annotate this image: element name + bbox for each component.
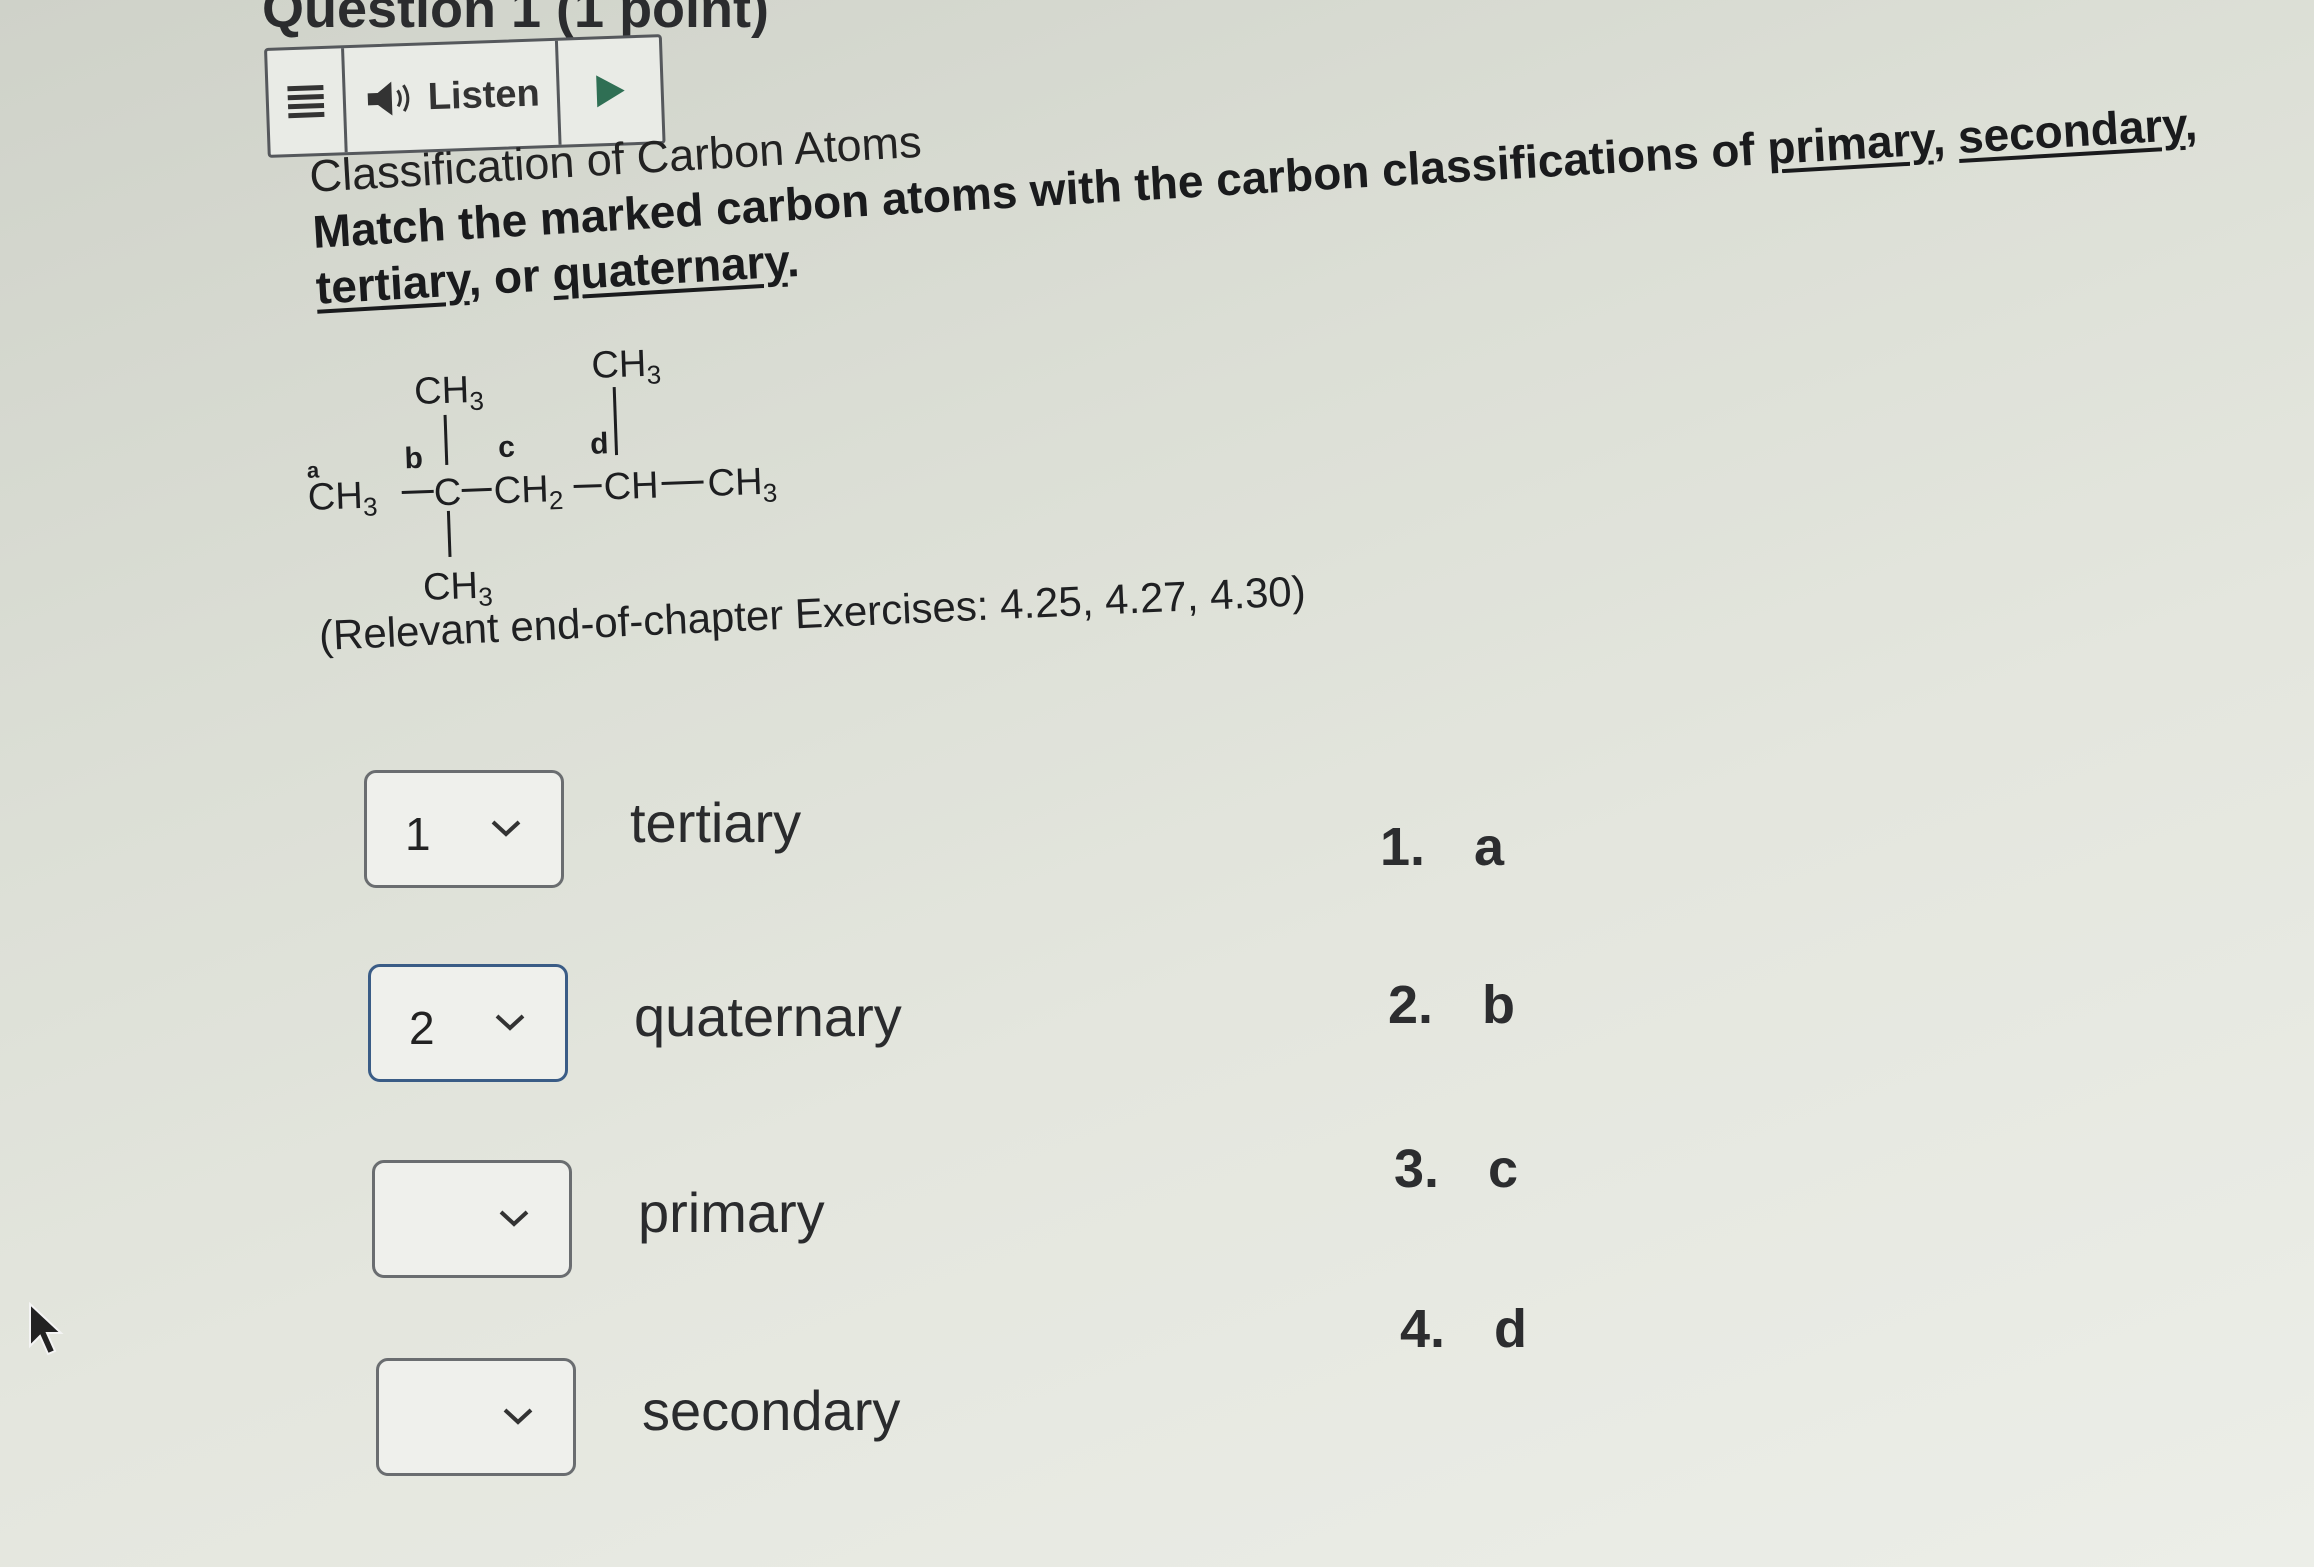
answer-item: 2. b xyxy=(1388,974,1515,1036)
chevron-down-icon xyxy=(495,1014,525,1031)
carbon-label-b: b xyxy=(404,442,423,476)
instruction-comma: , xyxy=(1930,111,1947,165)
match-select-secondary[interactable] xyxy=(376,1358,576,1476)
chevron-down-icon xyxy=(503,1408,533,1425)
ch3-group: CH3 xyxy=(414,369,485,418)
answer-item: 4. d xyxy=(1400,1298,1527,1360)
answer-number: 3. xyxy=(1394,1139,1440,1199)
instruction-or: or xyxy=(492,248,542,304)
bond xyxy=(446,510,452,557)
bond xyxy=(573,484,602,489)
match-term: quaternary xyxy=(634,985,902,1048)
question-heading: Question 1 (1 point) xyxy=(262,0,769,39)
instruction-period: . xyxy=(784,233,801,287)
term-primary: primary xyxy=(1765,112,1934,174)
select-value: 2 xyxy=(409,1002,435,1054)
answer-number: 2. xyxy=(1388,975,1434,1035)
term-quaternary: quaternary xyxy=(550,234,788,301)
ch3-group: CH3 xyxy=(307,474,378,523)
ch2-group: CH2 xyxy=(493,468,564,517)
listen-label: Listen xyxy=(427,71,541,118)
match-select-tertiary[interactable]: 1 xyxy=(364,770,564,888)
ch3-group: CH3 xyxy=(591,342,662,391)
match-select-primary[interactable] xyxy=(372,1160,572,1278)
bond xyxy=(612,387,619,456)
term-tertiary: tertiary xyxy=(314,253,470,314)
chemical-structure: a CH3 b C CH3 CH3 c CH2 d CH CH3 CH3 xyxy=(306,342,778,612)
bond xyxy=(401,489,434,495)
listen-button[interactable]: Listen xyxy=(344,40,562,153)
instruction-comma: , xyxy=(466,252,483,305)
ch-group: CH xyxy=(603,465,659,509)
bond xyxy=(461,487,492,492)
mouse-cursor-icon xyxy=(29,1302,64,1356)
quaternary-carbon: C xyxy=(433,471,462,514)
answer-label: a xyxy=(1474,817,1505,877)
select-value: 1 xyxy=(405,808,431,860)
term-secondary: secondary xyxy=(1956,97,2186,163)
instruction-comma: , xyxy=(2182,97,2199,150)
bond xyxy=(661,480,704,485)
play-icon xyxy=(595,75,625,108)
play-button[interactable] xyxy=(558,37,663,144)
chevron-down-icon xyxy=(499,1210,529,1227)
answer-item: 3. c xyxy=(1394,1138,1518,1200)
menu-icon xyxy=(287,84,325,119)
ch3-group: CH3 xyxy=(707,460,778,509)
carbon-label-c: c xyxy=(498,431,516,465)
answer-item: 1. a xyxy=(1380,816,1504,878)
speaker-icon xyxy=(367,81,410,116)
match-select-quaternary[interactable]: 2 xyxy=(368,964,568,1082)
match-term: primary xyxy=(638,1181,825,1244)
chevron-down-icon xyxy=(491,820,521,837)
bond xyxy=(443,414,449,466)
menu-button[interactable] xyxy=(267,48,348,155)
answer-number: 1. xyxy=(1380,817,1426,877)
answer-number: 4. xyxy=(1400,1299,1446,1359)
match-term: tertiary xyxy=(630,791,802,854)
match-term: secondary xyxy=(642,1379,901,1442)
answer-label: d xyxy=(1494,1299,1527,1359)
answer-label: c xyxy=(1488,1139,1519,1199)
question-page: Question 1 (1 point) Listen Classificati… xyxy=(0,0,2314,1567)
answer-label: b xyxy=(1482,975,1515,1035)
carbon-label-d: d xyxy=(590,427,609,461)
